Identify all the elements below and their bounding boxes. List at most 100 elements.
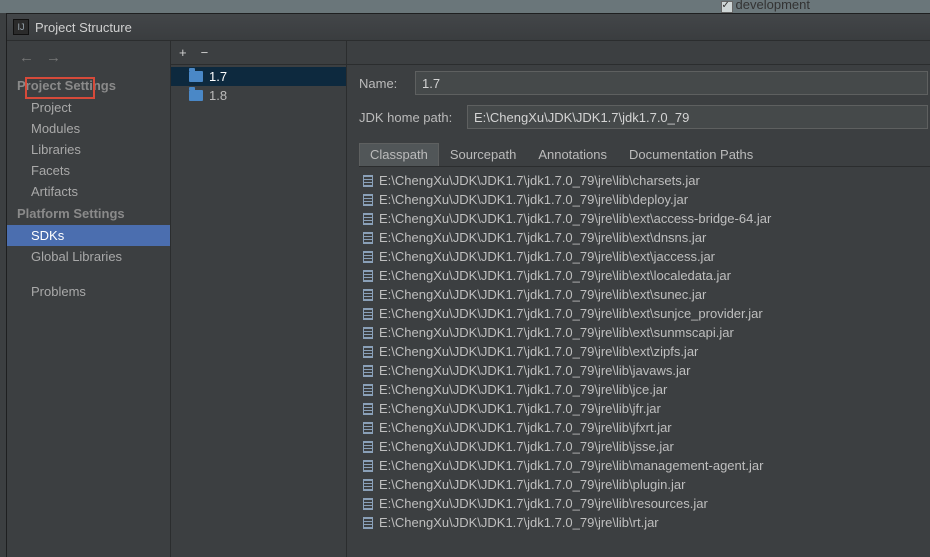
- classpath-entry-path: E:\ChengXu\JDK\JDK1.7\jdk1.7.0_79\jre\li…: [379, 173, 700, 188]
- sdk-detail-panel: Name: 1.7 JDK home path: E:\ChengXu\JDK\…: [347, 41, 930, 557]
- sdk-item-1-8[interactable]: 1.8: [171, 86, 346, 105]
- classpath-list[interactable]: E:\ChengXu\JDK\JDK1.7\jdk1.7.0_79\jre\li…: [359, 167, 930, 557]
- detail-toolbar-spacer: [347, 41, 930, 65]
- classpath-entry[interactable]: E:\ChengXu\JDK\JDK1.7\jdk1.7.0_79\jre\li…: [359, 323, 930, 342]
- classpath-entry-path: E:\ChengXu\JDK\JDK1.7\jdk1.7.0_79\jre\li…: [379, 515, 659, 530]
- jar-icon: [363, 327, 373, 339]
- sdk-item-label: 1.8: [209, 88, 227, 103]
- classpath-entry-path: E:\ChengXu\JDK\JDK1.7\jdk1.7.0_79\jre\li…: [379, 458, 763, 473]
- classpath-entry-path: E:\ChengXu\JDK\JDK1.7\jdk1.7.0_79\jre\li…: [379, 230, 706, 245]
- sdk-item-label: 1.7: [209, 69, 227, 84]
- settings-sidebar: ← → Project SettingsProjectModulesLibrar…: [7, 41, 171, 557]
- classpath-entry-path: E:\ChengXu\JDK\JDK1.7\jdk1.7.0_79\jre\li…: [379, 401, 661, 416]
- jar-icon: [363, 460, 373, 472]
- jar-icon: [363, 289, 373, 301]
- back-arrow-icon[interactable]: ←: [19, 49, 34, 66]
- section-title: Platform Settings: [7, 202, 170, 225]
- sdk-list-panel: + − 1.71.8: [171, 41, 347, 557]
- tab-annotations[interactable]: Annotations: [527, 143, 618, 166]
- classpath-entry-path: E:\ChengXu\JDK\JDK1.7\jdk1.7.0_79\jre\li…: [379, 439, 674, 454]
- jar-icon: [363, 384, 373, 396]
- classpath-entry[interactable]: E:\ChengXu\JDK\JDK1.7\jdk1.7.0_79\jre\li…: [359, 171, 930, 190]
- sdk-tabs: ClasspathSourcepathAnnotationsDocumentat…: [359, 143, 930, 167]
- jar-icon: [363, 422, 373, 434]
- forward-arrow-icon[interactable]: →: [46, 49, 61, 66]
- classpath-entry[interactable]: E:\ChengXu\JDK\JDK1.7\jdk1.7.0_79\jre\li…: [359, 285, 930, 304]
- jar-icon: [363, 517, 373, 529]
- name-input[interactable]: 1.7: [415, 71, 928, 95]
- nav-arrows: ← →: [7, 47, 170, 74]
- jdk-home-label: JDK home path:: [359, 110, 459, 125]
- name-row: Name: 1.7: [359, 71, 930, 95]
- classpath-entry-path: E:\ChengXu\JDK\JDK1.7\jdk1.7.0_79\jre\li…: [379, 420, 672, 435]
- classpath-entry-path: E:\ChengXu\JDK\JDK1.7\jdk1.7.0_79\jre\li…: [379, 382, 667, 397]
- jar-icon: [363, 403, 373, 415]
- tab-classpath[interactable]: Classpath: [359, 143, 439, 166]
- classpath-entry[interactable]: E:\ChengXu\JDK\JDK1.7\jdk1.7.0_79\jre\li…: [359, 266, 930, 285]
- classpath-entry[interactable]: E:\ChengXu\JDK\JDK1.7\jdk1.7.0_79\jre\li…: [359, 304, 930, 323]
- section-title: Project Settings: [7, 74, 170, 97]
- classpath-entry-path: E:\ChengXu\JDK\JDK1.7\jdk1.7.0_79\jre\li…: [379, 192, 688, 207]
- classpath-entry[interactable]: E:\ChengXu\JDK\JDK1.7\jdk1.7.0_79\jre\li…: [359, 209, 930, 228]
- jar-icon: [363, 232, 373, 244]
- jar-icon: [363, 251, 373, 263]
- sdk-list[interactable]: 1.71.8: [171, 65, 346, 105]
- jdk-home-row: JDK home path: E:\ChengXu\JDK\JDK1.7\jdk…: [359, 105, 930, 129]
- sidebar-item-sdks[interactable]: SDKs: [7, 225, 170, 246]
- project-structure-window: IJ Project Structure ← → Project Setting…: [6, 13, 930, 557]
- classpath-entry-path: E:\ChengXu\JDK\JDK1.7\jdk1.7.0_79\jre\li…: [379, 363, 690, 378]
- parent-window-strip: development: [0, 0, 930, 13]
- classpath-entry-path: E:\ChengXu\JDK\JDK1.7\jdk1.7.0_79\jre\li…: [379, 344, 698, 359]
- tab-sourcepath[interactable]: Sourcepath: [439, 143, 528, 166]
- sidebar-item-problems[interactable]: Problems: [7, 281, 170, 302]
- classpath-entry-path: E:\ChengXu\JDK\JDK1.7\jdk1.7.0_79\jre\li…: [379, 496, 708, 511]
- checkbox-icon: [721, 1, 733, 13]
- jar-icon: [363, 365, 373, 377]
- classpath-entry[interactable]: E:\ChengXu\JDK\JDK1.7\jdk1.7.0_79\jre\li…: [359, 380, 930, 399]
- sidebar-item-global-libraries[interactable]: Global Libraries: [7, 246, 170, 267]
- classpath-entry[interactable]: E:\ChengXu\JDK\JDK1.7\jdk1.7.0_79\jre\li…: [359, 475, 930, 494]
- classpath-entry[interactable]: E:\ChengXu\JDK\JDK1.7\jdk1.7.0_79\jre\li…: [359, 456, 930, 475]
- classpath-entry-path: E:\ChengXu\JDK\JDK1.7\jdk1.7.0_79\jre\li…: [379, 477, 685, 492]
- name-label: Name:: [359, 76, 407, 91]
- sidebar-item-libraries[interactable]: Libraries: [7, 139, 170, 160]
- titlebar[interactable]: IJ Project Structure: [7, 14, 930, 41]
- jar-icon: [363, 498, 373, 510]
- add-sdk-icon[interactable]: +: [179, 45, 187, 60]
- sidebar-item-project[interactable]: Project: [7, 97, 170, 118]
- development-label: development: [736, 0, 810, 12]
- tab-documentation-paths[interactable]: Documentation Paths: [618, 143, 764, 166]
- classpath-entry[interactable]: E:\ChengXu\JDK\JDK1.7\jdk1.7.0_79\jre\li…: [359, 228, 930, 247]
- jar-icon: [363, 213, 373, 225]
- classpath-entry-path: E:\ChengXu\JDK\JDK1.7\jdk1.7.0_79\jre\li…: [379, 287, 706, 302]
- jar-icon: [363, 194, 373, 206]
- jar-icon: [363, 441, 373, 453]
- remove-sdk-icon[interactable]: −: [201, 45, 209, 60]
- sdk-toolbar: + −: [171, 41, 346, 65]
- folder-icon: [189, 90, 203, 101]
- development-checkbox[interactable]: development: [721, 0, 810, 12]
- classpath-entry-path: E:\ChengXu\JDK\JDK1.7\jdk1.7.0_79\jre\li…: [379, 249, 715, 264]
- classpath-entry[interactable]: E:\ChengXu\JDK\JDK1.7\jdk1.7.0_79\jre\li…: [359, 494, 930, 513]
- folder-icon: [189, 71, 203, 82]
- sdk-item-1-7[interactable]: 1.7: [171, 67, 346, 86]
- classpath-entry[interactable]: E:\ChengXu\JDK\JDK1.7\jdk1.7.0_79\jre\li…: [359, 247, 930, 266]
- classpath-entry[interactable]: E:\ChengXu\JDK\JDK1.7\jdk1.7.0_79\jre\li…: [359, 399, 930, 418]
- classpath-entry-path: E:\ChengXu\JDK\JDK1.7\jdk1.7.0_79\jre\li…: [379, 306, 763, 321]
- classpath-entry[interactable]: E:\ChengXu\JDK\JDK1.7\jdk1.7.0_79\jre\li…: [359, 513, 930, 532]
- classpath-entry[interactable]: E:\ChengXu\JDK\JDK1.7\jdk1.7.0_79\jre\li…: [359, 418, 930, 437]
- classpath-entry[interactable]: E:\ChengXu\JDK\JDK1.7\jdk1.7.0_79\jre\li…: [359, 437, 930, 456]
- sidebar-item-facets[interactable]: Facets: [7, 160, 170, 181]
- jar-icon: [363, 175, 373, 187]
- classpath-entry-path: E:\ChengXu\JDK\JDK1.7\jdk1.7.0_79\jre\li…: [379, 211, 771, 226]
- sidebar-item-artifacts[interactable]: Artifacts: [7, 181, 170, 202]
- classpath-entry[interactable]: E:\ChengXu\JDK\JDK1.7\jdk1.7.0_79\jre\li…: [359, 342, 930, 361]
- jdk-home-input[interactable]: E:\ChengXu\JDK\JDK1.7\jdk1.7.0_79: [467, 105, 928, 129]
- name-value: 1.7: [422, 76, 440, 91]
- jar-icon: [363, 346, 373, 358]
- classpath-entry-path: E:\ChengXu\JDK\JDK1.7\jdk1.7.0_79\jre\li…: [379, 325, 734, 340]
- classpath-entry[interactable]: E:\ChengXu\JDK\JDK1.7\jdk1.7.0_79\jre\li…: [359, 361, 930, 380]
- window-title: Project Structure: [35, 20, 132, 35]
- classpath-entry[interactable]: E:\ChengXu\JDK\JDK1.7\jdk1.7.0_79\jre\li…: [359, 190, 930, 209]
- sidebar-item-modules[interactable]: Modules: [7, 118, 170, 139]
